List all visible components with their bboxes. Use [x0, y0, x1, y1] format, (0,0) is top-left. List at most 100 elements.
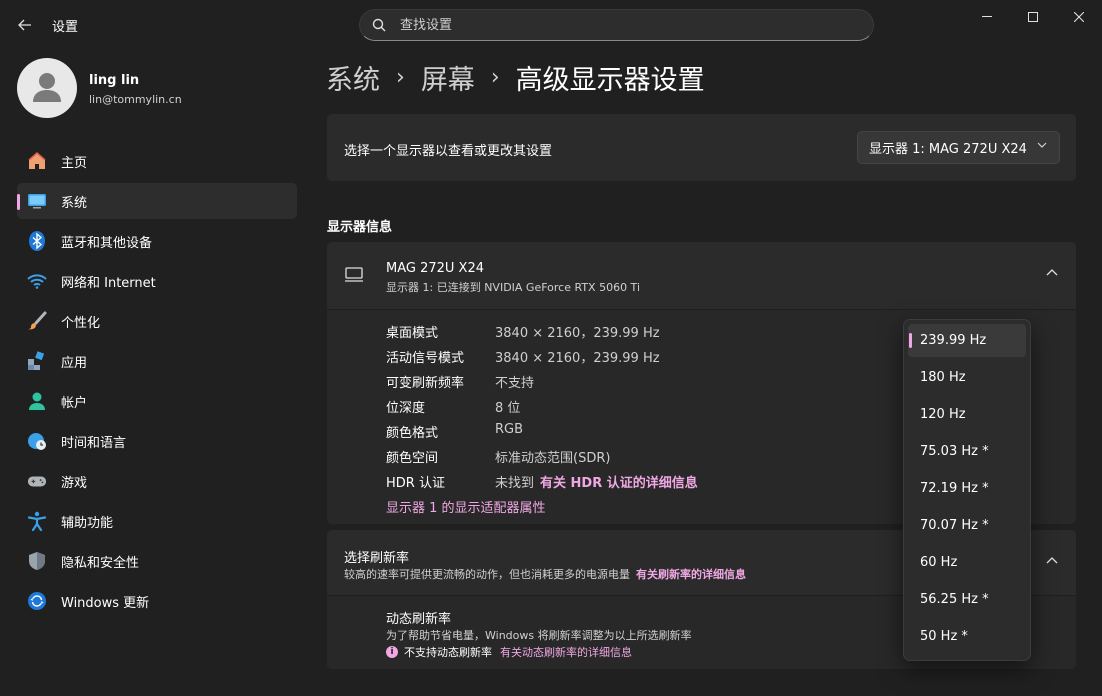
globe-clock-icon	[27, 431, 47, 451]
page-title: 高级显示器设置	[515, 65, 705, 96]
maximize-button[interactable]	[1010, 0, 1056, 34]
sidebar-item-time-language[interactable]: 时间和语言	[17, 423, 297, 459]
bluetooth-icon	[27, 231, 47, 251]
search-input[interactable]	[398, 16, 838, 34]
info-key: 颜色空间	[386, 451, 439, 466]
info-value: 8 位	[495, 401, 521, 416]
refresh-option[interactable]: 120 Hz	[908, 398, 1026, 431]
breadcrumb-system-link[interactable]: 系统	[326, 58, 380, 97]
sidebar-item-gaming[interactable]: 游戏	[17, 463, 297, 499]
search-box[interactable]	[359, 9, 874, 41]
minimize-icon	[982, 16, 992, 17]
dynamic-refresh-unsupported: 不支持动态刷新率	[404, 646, 492, 659]
refresh-option[interactable]: 50 Hz *	[908, 620, 1026, 653]
close-button[interactable]	[1056, 0, 1102, 34]
user-email: lin@tommylin.cn	[89, 93, 182, 106]
info-value: 3840 × 2160，239.99 Hz	[495, 326, 660, 341]
info-key: 活动信号模式	[386, 351, 465, 366]
back-button[interactable]	[12, 12, 38, 38]
sidebar-item-apps[interactable]: 应用	[17, 343, 297, 379]
refresh-rate-dropdown-list: 239.99 Hz 180 Hz 120 Hz 75.03 Hz * 72.19…	[903, 319, 1031, 661]
search-icon	[372, 18, 386, 32]
info-value: 3840 × 2160，239.99 Hz	[495, 351, 660, 366]
select-display-card: 选择一个显示器以查看或更改其设置 显示器 1: MAG 272U X24	[327, 114, 1076, 181]
display-select-dropdown[interactable]: 显示器 1: MAG 272U X24	[857, 131, 1060, 164]
sidebar-item-windows-update[interactable]: Windows 更新	[17, 583, 297, 619]
section-title-display-info: 显示器信息	[327, 220, 393, 235]
info-key: 可变刷新频率	[386, 376, 465, 391]
chevron-up-icon[interactable]	[1046, 556, 1058, 564]
sidebar-item-label: 网络和 Internet	[61, 275, 156, 291]
info-row-hdr: HDR 认证 未找到 有关 HDR 认证的详细信息	[386, 472, 698, 491]
info-row-bit-depth: 位深度 8 位	[386, 397, 520, 416]
refresh-option[interactable]: 180 Hz	[908, 361, 1026, 394]
info-icon: i	[386, 646, 398, 658]
sidebar-item-label: 时间和语言	[61, 435, 127, 451]
sidebar-item-accounts[interactable]: 帐户	[17, 383, 297, 419]
adapter-properties-link[interactable]: 显示器 1 的显示适配器属性	[386, 497, 546, 516]
breadcrumb-chevron-icon: ›	[490, 65, 500, 90]
dynamic-refresh-info-link[interactable]: 有关动态刷新率的详细信息	[500, 644, 632, 660]
sidebar-item-label: 系统	[61, 195, 88, 211]
refresh-option[interactable]: 70.07 Hz *	[908, 509, 1026, 542]
sidebar-item-privacy[interactable]: 隐私和安全性	[17, 543, 297, 579]
sidebar-item-personalization[interactable]: 个性化	[17, 303, 297, 339]
wifi-icon	[27, 271, 47, 291]
sidebar-item-label: 应用	[61, 355, 88, 371]
info-key: 桌面模式	[386, 326, 439, 341]
app-title: 设置	[52, 20, 79, 35]
sidebar-item-network[interactable]: 网络和 Internet	[17, 263, 297, 299]
monitor-icon	[345, 267, 363, 282]
hdr-info-link[interactable]: 有关 HDR 认证的详细信息	[540, 472, 698, 491]
apps-icon	[27, 351, 47, 371]
breadcrumb-chevron-icon: ›	[396, 65, 405, 90]
sidebar-item-accessibility[interactable]: 辅助功能	[17, 503, 297, 539]
sidebar-item-label: 主页	[61, 155, 88, 171]
refresh-rate-subtitle: 较高的速率可提供更流畅的动作，但也消耗更多的电源电量 有关刷新率的详细信息	[344, 566, 746, 582]
chevron-down-icon	[1037, 142, 1047, 148]
info-row-color-space: 颜色空间 标准动态范围(SDR)	[386, 447, 610, 466]
sidebar-item-label: 辅助功能	[61, 515, 114, 531]
breadcrumb: 系统 › 屏幕 › 高级显示器设置	[326, 58, 705, 97]
refresh-option[interactable]: 239.99 Hz	[908, 324, 1026, 357]
sidebar-item-label: 隐私和安全性	[61, 555, 140, 571]
system-monitor-icon	[27, 191, 47, 211]
avatar[interactable]	[17, 58, 77, 118]
shield-icon	[27, 551, 47, 571]
sidebar-item-system[interactable]: 系统	[17, 183, 297, 219]
brush-icon	[27, 311, 47, 331]
sidebar-nav: 主页 系统 蓝牙和其他设备 网络和 Internet 个性化 应用 帐户 时间和…	[17, 143, 297, 623]
account-icon	[27, 391, 47, 411]
sidebar-item-label: 蓝牙和其他设备	[61, 235, 153, 251]
settings-window: 设置 ling lin lin@tommylin.cn 主页	[0, 0, 1102, 696]
sidebar-item-label: Windows 更新	[61, 595, 150, 611]
sidebar-item-label: 游戏	[61, 475, 88, 491]
info-key: 位深度	[386, 401, 426, 416]
select-display-label: 选择一个显示器以查看或更改其设置	[344, 144, 553, 159]
user-name: ling lin	[89, 73, 140, 88]
sidebar-item-home[interactable]: 主页	[17, 143, 297, 179]
info-value: 不支持	[495, 376, 535, 391]
refresh-option[interactable]: 56.25 Hz *	[908, 583, 1026, 616]
info-value: RGB	[495, 422, 524, 437]
refresh-option[interactable]: 60 Hz	[908, 546, 1026, 579]
sidebar-item-bluetooth[interactable]: 蓝牙和其他设备	[17, 223, 297, 259]
sidebar-item-label: 个性化	[61, 315, 101, 331]
info-key: HDR 认证	[386, 476, 445, 491]
monitor-connection: 显示器 1: 已连接到 NVIDIA GeForce RTX 5060 Ti	[386, 281, 640, 294]
user-silhouette-icon	[33, 73, 61, 102]
info-value: 未找到	[495, 476, 535, 491]
display-info-header[interactable]: MAG 272U X24 显示器 1: 已连接到 NVIDIA GeForce …	[327, 242, 1076, 310]
refresh-option[interactable]: 75.03 Hz *	[908, 435, 1026, 468]
minimize-button[interactable]	[964, 0, 1010, 34]
chevron-up-icon[interactable]	[1046, 268, 1058, 276]
info-row-desktop-mode: 桌面模式 3840 × 2160，239.99 Hz	[386, 322, 660, 341]
refresh-rate-title: 选择刷新率	[344, 551, 410, 566]
info-value: 标准动态范围(SDR)	[495, 451, 611, 466]
refresh-option[interactable]: 72.19 Hz *	[908, 472, 1026, 505]
monitor-name: MAG 272U X24	[386, 261, 484, 276]
display-select-value: 显示器 1: MAG 272U X24	[869, 142, 1027, 157]
refresh-rate-info-link[interactable]: 有关刷新率的详细信息	[636, 568, 746, 581]
breadcrumb-display-link[interactable]: 屏幕	[421, 58, 475, 97]
info-row-vrr: 可变刷新频率 不支持	[386, 372, 534, 391]
